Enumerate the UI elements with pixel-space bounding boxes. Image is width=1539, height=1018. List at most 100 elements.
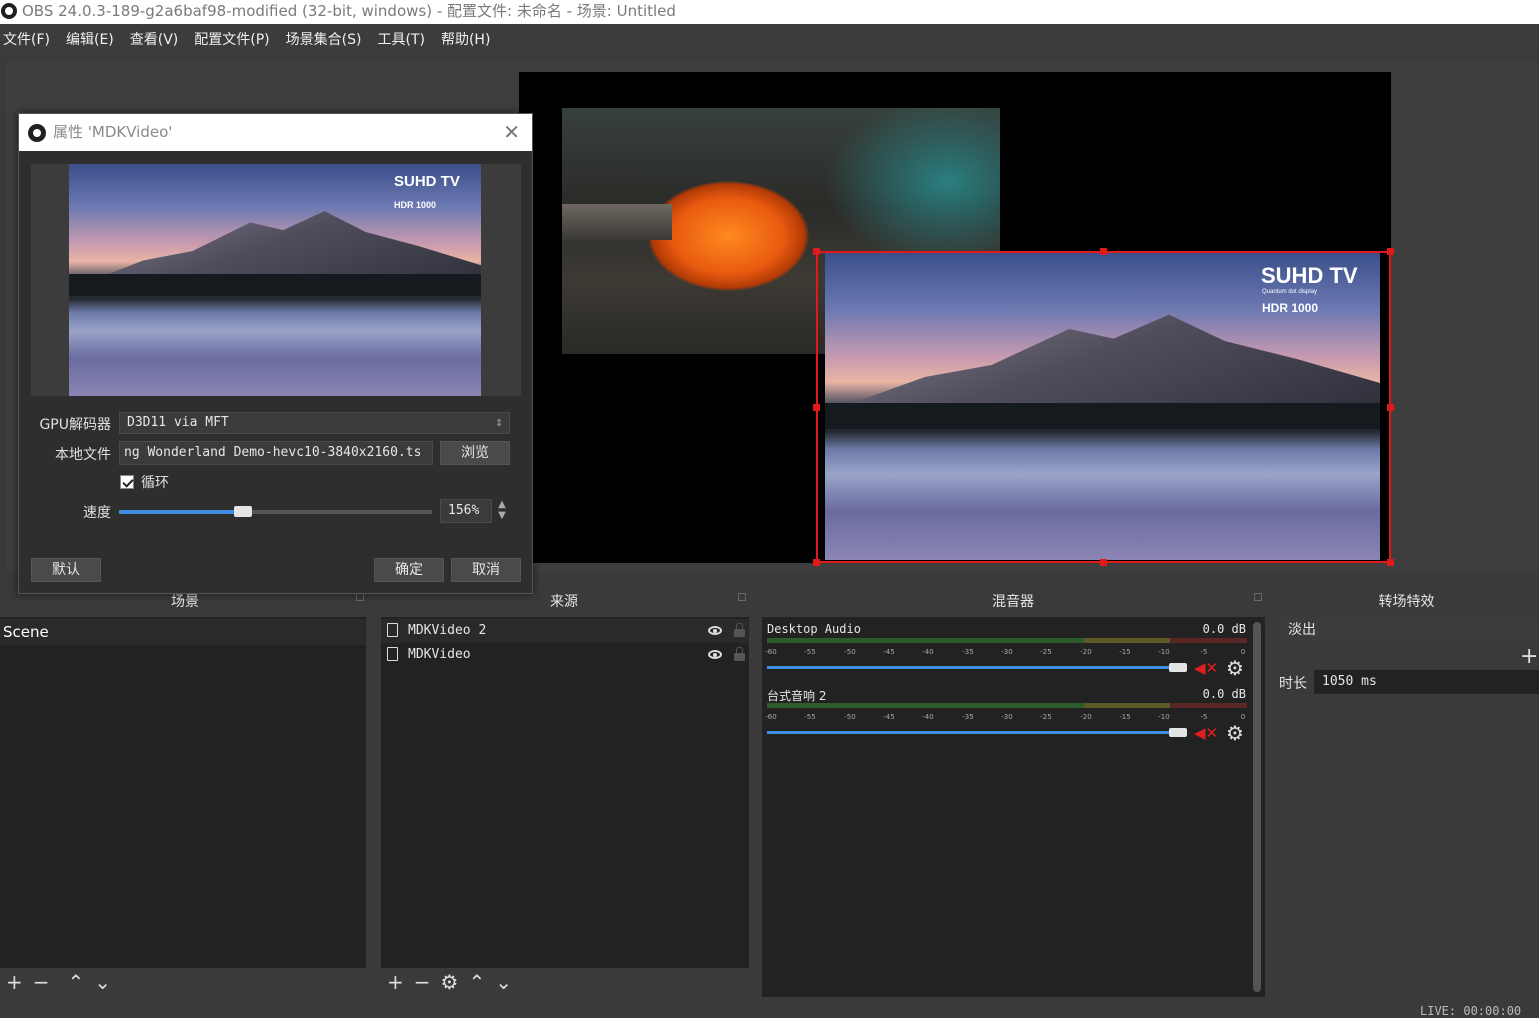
volume-slider-thumb[interactable]: [1169, 663, 1187, 672]
status-bar: [0, 1001, 1539, 1018]
mixer-scrollbar[interactable]: [1253, 622, 1261, 992]
source-selection-box[interactable]: [813, 248, 1394, 566]
speed-label: 速度: [83, 505, 111, 521]
scenes-list[interactable]: [0, 617, 366, 969]
meter-tick-label: -15: [1119, 713, 1131, 721]
lock-icon[interactable]: [734, 623, 745, 637]
source-properties-gear-icon[interactable]: ⚙: [441, 972, 459, 992]
brand-hdr: HDR 1000: [394, 200, 437, 210]
mixer-dock-title: 混音器: [992, 594, 1034, 610]
sources-list[interactable]: [381, 617, 749, 969]
properties-dialog: 属性 'MDKVideo' ✕ SUHD TV HDR 1000 GPU解码器 …: [18, 113, 533, 594]
dock-float-icon[interactable]: [356, 593, 364, 601]
meter-tick-label: -10: [1158, 648, 1170, 656]
menu-tools[interactable]: 工具(T): [377, 29, 424, 49]
menu-view[interactable]: 查看(V): [130, 29, 179, 49]
meter-tick-label: -50: [844, 648, 856, 656]
meter-tick-label: 0: [1240, 648, 1246, 656]
transition-select[interactable]: 淡出: [1278, 618, 1539, 642]
volume-slider[interactable]: [767, 666, 1187, 669]
dialog-preview: SUHD TV HDR 1000: [31, 164, 521, 396]
meter-tick-label: -40: [922, 713, 934, 721]
loop-checkbox[interactable]: [120, 475, 134, 489]
meter-tick-label: 0: [1240, 713, 1246, 721]
dialog-titlebar: 属性 'MDKVideo' ✕: [19, 114, 532, 151]
source-name: MDKVideo 2: [408, 623, 487, 638]
remove-scene-icon[interactable]: −: [33, 972, 50, 992]
speed-slider-fill: [119, 510, 243, 514]
mixer-channel-db: 0.0 dB: [1202, 687, 1246, 701]
resize-handle-top[interactable]: [1100, 248, 1107, 255]
meter-tick-label: -55: [804, 713, 816, 721]
menu-edit[interactable]: 编辑(E): [66, 29, 114, 49]
meter-tick-label: -5: [1200, 713, 1208, 721]
move-down-icon[interactable]: ⌄: [495, 972, 512, 992]
resize-handle-top-right[interactable]: [1387, 248, 1394, 255]
move-up-icon[interactable]: ⌃: [68, 972, 85, 992]
spin-arrows-icon[interactable]: ▲ ▼: [495, 499, 509, 523]
meter-tick-label: -20: [1080, 648, 1092, 656]
close-icon[interactable]: ✕: [503, 122, 520, 142]
move-up-icon[interactable]: ⌃: [468, 972, 485, 992]
resize-handle-left[interactable]: [813, 404, 820, 411]
mixer-channel-name: 台式音响 2: [767, 689, 827, 703]
scene-list-item[interactable]: Scene: [0, 619, 366, 645]
visibility-eye-icon[interactable]: [708, 650, 722, 659]
browse-button[interactable]: 浏览: [440, 441, 510, 465]
mixer-channel-name: Desktop Audio: [767, 622, 861, 636]
dock-float-icon[interactable]: [1254, 593, 1262, 601]
volume-slider-thumb[interactable]: [1169, 728, 1187, 737]
meter-tick-label: -45: [883, 713, 895, 721]
local-file-label: 本地文件: [55, 447, 111, 463]
menu-scene-collection[interactable]: 场景集合(S): [286, 29, 362, 49]
move-down-icon[interactable]: ⌄: [94, 972, 111, 992]
loop-label: 循环: [141, 475, 169, 491]
resize-handle-top-left[interactable]: [813, 248, 820, 255]
local-file-field[interactable]: ng Wonderland Demo-hevc10-3840x2160.ts: [119, 441, 433, 465]
visibility-eye-icon[interactable]: [708, 626, 722, 635]
add-source-icon[interactable]: +: [387, 972, 404, 992]
audio-meter-scale: -60 -55 -50 -45 -40 -35 -30 -25 -20 -15 -10 -5 0: [765, 642, 1247, 662]
mixer-dock-header: 混音器: [758, 589, 1268, 615]
resize-handle-bottom[interactable]: [1100, 559, 1107, 566]
meter-tick-label: -15: [1119, 648, 1131, 656]
source-list-item[interactable]: MDKVideo: [381, 643, 749, 667]
meter-tick-label: -60: [765, 648, 777, 656]
speed-slider-thumb[interactable]: [234, 506, 252, 517]
meter-tick-label: -30: [1001, 648, 1013, 656]
meter-tick-label: -25: [1040, 713, 1052, 721]
meter-tick-label: -60: [765, 713, 777, 721]
speaker-muted-icon[interactable]: ◀✕: [1194, 660, 1218, 676]
brand-title: SUHD TV: [394, 173, 460, 190]
menu-profile[interactable]: 配置文件(P): [194, 29, 269, 49]
speed-slider[interactable]: [119, 506, 432, 517]
menu-help[interactable]: 帮助(H): [441, 29, 490, 49]
speaker-muted-icon[interactable]: ◀✕: [1194, 725, 1218, 741]
window-titlebar: OBS 24.0.3-189-g2a6baf98-modified (32-bi…: [0, 0, 1539, 24]
duration-field[interactable]: 1050 ms: [1314, 670, 1539, 694]
gpu-decoder-label: GPU解码器: [39, 417, 111, 433]
mixer-settings-gear-icon[interactable]: ⚙: [1225, 723, 1245, 743]
add-transition-icon[interactable]: +: [1520, 644, 1538, 669]
cancel-button[interactable]: 取消: [451, 558, 521, 582]
window-title: OBS 24.0.3-189-g2a6baf98-modified (32-bi…: [22, 2, 676, 20]
default-button[interactable]: 默认: [31, 558, 101, 582]
obs-logo-icon: [28, 124, 46, 142]
source-name: MDKVideo: [408, 647, 471, 662]
menu-file[interactable]: 文件(F): [3, 29, 50, 49]
resize-handle-right[interactable]: [1387, 404, 1394, 411]
meter-tick-label: -50: [844, 713, 856, 721]
resize-handle-bottom-right[interactable]: [1387, 559, 1394, 566]
ok-button[interactable]: 确定: [374, 558, 444, 582]
resize-handle-bottom-left[interactable]: [813, 559, 820, 566]
gpu-decoder-select[interactable]: D3D11 via MFT ⇕: [119, 412, 510, 434]
remove-source-icon[interactable]: −: [414, 972, 431, 992]
dock-float-icon[interactable]: [738, 593, 746, 601]
volume-slider[interactable]: [767, 731, 1187, 734]
source-list-item[interactable]: MDKVideo 2: [381, 619, 749, 643]
add-scene-icon[interactable]: +: [6, 972, 23, 992]
lock-icon[interactable]: [734, 647, 745, 661]
scenes-toolbar: + − ⌃ ⌄: [0, 968, 366, 996]
speed-value-field[interactable]: 156%: [440, 499, 492, 523]
mixer-settings-gear-icon[interactable]: ⚙: [1225, 658, 1245, 678]
